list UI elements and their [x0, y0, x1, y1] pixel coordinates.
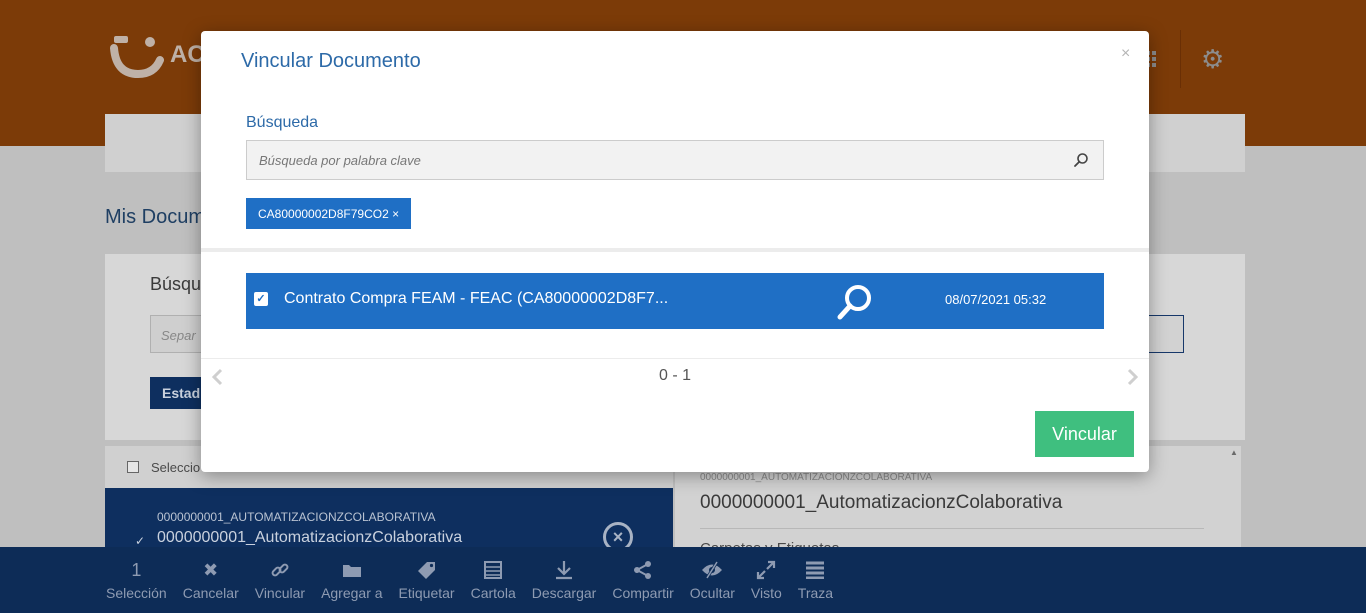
link-document-modal: Vincular Documento × Búsqueda CA80000002…	[201, 31, 1149, 472]
page-title: Mis Docum	[105, 206, 206, 228]
selection-count: 1	[131, 560, 142, 580]
share-icon	[633, 559, 653, 581]
list-icon	[805, 559, 825, 581]
toolbar-seleccion[interactable]: 1 Selección	[98, 547, 175, 613]
result-date: 08/07/2021 05:32	[945, 292, 1047, 307]
result-checkbox[interactable]: ✓	[254, 292, 268, 306]
toolbar-visto[interactable]: Visto	[743, 547, 790, 613]
download-icon	[555, 559, 573, 581]
detail-code: 0000000001_AUTOMATIZACIONZCOLABORATIVA	[700, 472, 933, 483]
pager-range: 0 - 1	[659, 367, 692, 384]
toolbar-label: Cartola	[470, 585, 516, 601]
smile-logo-icon	[110, 36, 164, 78]
detail-name: 0000000001_AutomatizacionzColaborativa	[700, 492, 1063, 513]
toolbar-cartola[interactable]: Cartola	[463, 547, 524, 613]
toolbar-label: Etiquetar	[398, 585, 455, 601]
list-item-name: 0000000001_AutomatizacionzColaborativa	[157, 529, 463, 546]
toolbar-label: Visto	[750, 585, 782, 601]
toolbar-label: Vincular	[254, 585, 306, 601]
pager-divider	[201, 358, 1149, 359]
toolbar-label: Compartir	[612, 585, 674, 601]
search-field	[246, 140, 1104, 180]
scroll-up-arrow-icon[interactable]: ▲	[1230, 448, 1238, 457]
header-divider	[1180, 30, 1181, 88]
toolbar-agregar[interactable]: Agregar a	[313, 547, 390, 613]
close-icon: ✖	[203, 560, 219, 580]
search-icon[interactable]	[1073, 152, 1089, 168]
table-icon	[484, 559, 503, 581]
search-input[interactable]	[247, 141, 1047, 179]
toolbar-label: Descargar	[531, 585, 597, 601]
toolbar-traza[interactable]: Traza	[790, 547, 841, 613]
bottom-toolbar: 1 Selección ✖ Cancelar Vincular Agregar …	[0, 547, 1366, 613]
tag-icon	[417, 559, 437, 581]
toolbar-label: Traza	[797, 585, 834, 601]
gear-icon[interactable]: ⚙	[1201, 44, 1224, 75]
detail-divider	[700, 528, 1204, 529]
modal-divider	[201, 248, 1149, 252]
chevron-right-icon[interactable]	[1125, 368, 1139, 386]
chevron-left-icon[interactable]	[211, 368, 225, 386]
folder-icon	[342, 559, 362, 581]
logo-text: AC	[170, 41, 205, 68]
toolbar-label: Cancelar	[182, 585, 239, 601]
toolbar-compartir[interactable]: Compartir	[604, 547, 681, 613]
app-logo[interactable]: AC	[108, 32, 205, 78]
toolbar-etiquetar[interactable]: Etiquetar	[391, 547, 463, 613]
list-item-check-icon[interactable]: ✓	[135, 534, 145, 548]
result-row[interactable]: ✓ Contrato Compra FEAM - FEAC (CA8000000…	[246, 273, 1104, 329]
toolbar-cancelar[interactable]: ✖ Cancelar	[175, 547, 247, 613]
toolbar-vincular[interactable]: Vincular	[247, 547, 313, 613]
toolbar-descargar[interactable]: Descargar	[524, 547, 605, 613]
modal-title: Vincular Documento	[241, 50, 421, 72]
toolbar-label: Agregar a	[321, 585, 383, 601]
search-label: Búsqueda	[246, 114, 319, 131]
expand-icon	[756, 559, 776, 581]
link-icon	[270, 559, 290, 581]
toolbar-label: Selección	[106, 585, 167, 601]
select-all-label: Seleccio	[151, 459, 201, 475]
toolbar-label: Ocultar	[689, 585, 735, 601]
eye-slash-icon	[701, 559, 723, 581]
select-all-checkbox[interactable]	[127, 461, 139, 473]
close-icon[interactable]: ×	[1121, 45, 1130, 63]
result-title: Contrato Compra FEAM - FEAC (CA80000002D…	[284, 290, 669, 307]
list-item-code: 0000000001_AUTOMATIZACIONZCOLABORATIVA	[157, 510, 436, 524]
preview-magnifier-icon[interactable]	[836, 283, 876, 321]
toolbar-ocultar[interactable]: Ocultar	[682, 547, 743, 613]
vincular-button[interactable]: Vincular	[1035, 411, 1134, 457]
filter-tag-chip[interactable]: CA80000002D8F79CO2 ×	[246, 198, 412, 229]
